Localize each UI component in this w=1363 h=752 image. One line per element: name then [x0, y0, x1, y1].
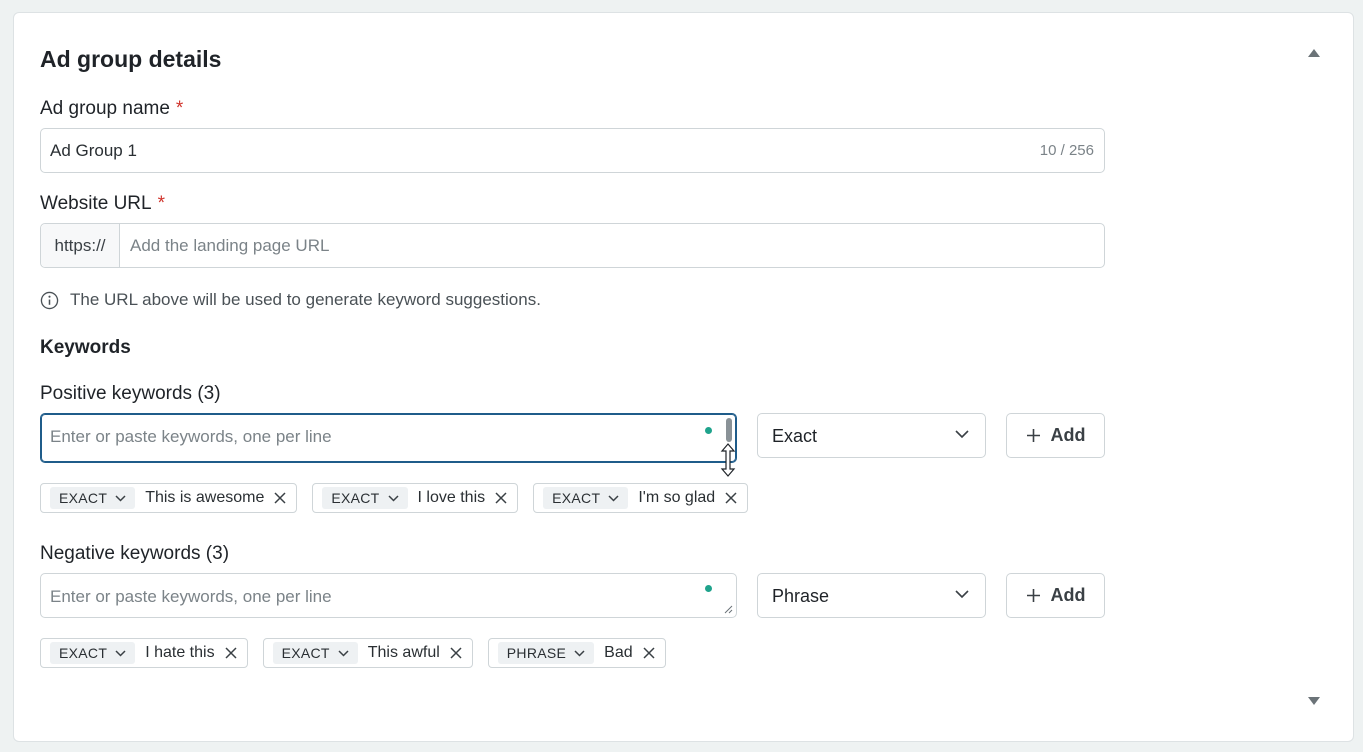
negative-keywords-textarea[interactable]: Enter or paste keywords, one per line: [40, 573, 737, 618]
chip-type-label: PHRASE: [506, 645, 567, 661]
close-icon[interactable]: [725, 492, 737, 504]
add-positive-keyword-button[interactable]: Add: [1006, 413, 1105, 458]
chip-type-label: EXACT: [281, 645, 330, 661]
chevron-down-icon: [388, 494, 399, 502]
chip-type-label: EXACT: [331, 490, 380, 506]
negative-match-type-value: Phrase: [772, 586, 830, 606]
chip-type-label: EXACT: [59, 645, 108, 661]
keywords-heading: Keywords: [40, 337, 131, 358]
status-dot: [705, 585, 712, 592]
chevron-down-icon: [338, 649, 349, 657]
character-counter: 10 / 256: [1039, 142, 1094, 159]
close-icon[interactable]: [495, 492, 507, 504]
website-url-label-text: Website URL: [40, 193, 152, 214]
required-mark: *: [175, 98, 184, 119]
ad-group-details-card: Ad group details Ad group name * Ad Group…: [13, 12, 1354, 742]
keyword-chip: EXACT I hate this: [40, 638, 248, 668]
keyword-chip: EXACT I love this: [312, 483, 519, 513]
positive-keywords-label: Positive keywords (3): [40, 383, 221, 404]
plus-icon: [1026, 589, 1040, 602]
chip-text: I'm so glad: [638, 489, 716, 506]
keyword-chip: EXACT I'm so glad: [533, 483, 749, 513]
chip-text: I love this: [417, 489, 486, 506]
plus-icon: [1026, 429, 1040, 442]
chip-text: This is awesome: [145, 489, 265, 506]
negative-keywords-placeholder: Enter or paste keywords, one per line: [50, 587, 332, 606]
positive-match-type-select[interactable]: Exact: [757, 413, 986, 458]
section-title: Ad group details: [40, 46, 222, 72]
chevron-down-icon: [115, 649, 126, 657]
url-prefix: https://: [41, 224, 120, 267]
chip-match-type-dropdown[interactable]: EXACT: [50, 487, 136, 509]
close-icon[interactable]: [274, 492, 286, 504]
chevron-down-icon: [574, 649, 585, 657]
url-hint-text: The URL above will be used to generate k…: [70, 290, 541, 309]
negative-keywords-label: Negative keywords (3): [40, 543, 230, 564]
close-icon[interactable]: [225, 647, 237, 659]
negative-keyword-chips: EXACT I hate this EXACT This awful PHRAS…: [40, 638, 666, 668]
negative-match-type-select[interactable]: Phrase: [757, 573, 986, 618]
chip-type-label: EXACT: [552, 490, 601, 506]
close-icon[interactable]: [450, 647, 462, 659]
chevron-down-icon: [955, 590, 969, 599]
scroll-down-icon[interactable]: [1307, 696, 1321, 706]
ad-group-name-label: Ad group name *: [40, 98, 183, 120]
keyword-chip: EXACT This awful: [262, 638, 473, 668]
keyword-chip: EXACT This is awesome: [40, 483, 298, 513]
ad-group-name-input[interactable]: Ad Group 1 10 / 256: [40, 128, 1105, 173]
website-url-field[interactable]: https:// Add the landing page URL: [40, 223, 1105, 268]
chip-type-label: EXACT: [59, 490, 108, 506]
chip-match-type-dropdown[interactable]: EXACT: [322, 487, 408, 509]
positive-keywords-textarea[interactable]: Enter or paste keywords, one per line: [40, 413, 737, 463]
website-url-input[interactable]: Add the landing page URL: [130, 236, 329, 256]
close-icon[interactable]: [643, 647, 655, 659]
keyword-chip: PHRASE Bad: [487, 638, 666, 668]
scrollbar-thumb[interactable]: [726, 418, 732, 442]
required-mark: *: [157, 193, 165, 214]
website-url-label: Website URL *: [40, 193, 165, 215]
chip-text: This awful: [367, 644, 440, 661]
resize-handle-icon[interactable]: [724, 605, 733, 614]
info-icon: [40, 291, 59, 309]
collapse-up-icon[interactable]: [1307, 48, 1321, 58]
resize-cursor-icon: [720, 443, 736, 477]
add-negative-keyword-button[interactable]: Add: [1006, 573, 1105, 618]
status-dot: [705, 427, 712, 434]
positive-keyword-chips: EXACT This is awesome EXACT I love this …: [40, 483, 749, 513]
chip-text: I hate this: [145, 644, 215, 661]
chevron-down-icon: [608, 494, 619, 502]
chip-match-type-dropdown[interactable]: EXACT: [272, 642, 358, 664]
add-button-label: Add: [1050, 585, 1086, 605]
positive-keywords-placeholder: Enter or paste keywords, one per line: [50, 427, 332, 446]
url-hint: The URL above will be used to generate k…: [40, 290, 541, 310]
chip-text: Bad: [604, 644, 633, 661]
chip-match-type-dropdown[interactable]: EXACT: [543, 487, 629, 509]
chip-match-type-dropdown[interactable]: EXACT: [50, 642, 136, 664]
ad-group-name-value[interactable]: Ad Group 1: [50, 141, 137, 161]
positive-match-type-value: Exact: [772, 426, 818, 446]
ad-group-name-label-text: Ad group name: [40, 98, 170, 119]
chip-match-type-dropdown[interactable]: PHRASE: [497, 642, 595, 664]
chevron-down-icon: [115, 494, 126, 502]
add-button-label: Add: [1050, 425, 1086, 445]
chevron-down-icon: [955, 430, 969, 439]
